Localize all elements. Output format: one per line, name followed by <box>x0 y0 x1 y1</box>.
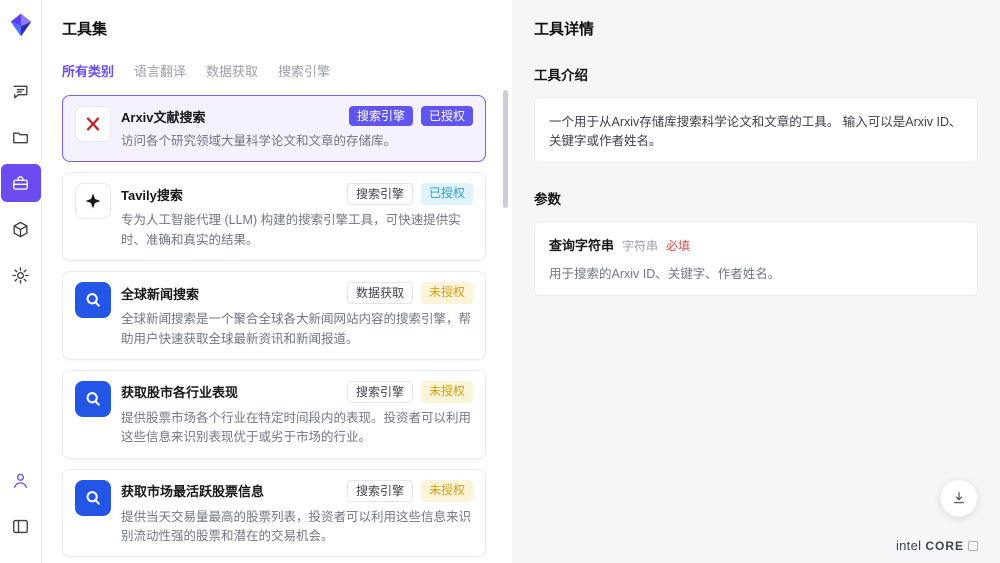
auth-badge: 未授权 <box>421 282 473 304</box>
param-type: 字符串 <box>622 237 658 254</box>
sidebar-item-chat[interactable] <box>0 72 41 110</box>
sidebar-item-tools[interactable] <box>1 164 41 202</box>
brand-core: CORE <box>925 539 964 553</box>
list-scrollbar[interactable] <box>503 90 508 208</box>
auth-badge: 已授权 <box>421 106 473 126</box>
tool-title: 获取股市各行业表现 <box>121 382 238 401</box>
tool-card-arxiv[interactable]: Arxiv文献搜索 搜索引擎 已授权 访问各个研究领域大量科学论文和文章的存储库… <box>62 95 486 162</box>
sidebar-item-plugins[interactable] <box>0 210 41 248</box>
app-logo-icon[interactable] <box>8 12 34 38</box>
package-icon <box>11 220 30 239</box>
intro-text: 一个用于从Arxiv存储库搜索科学论文和文章的工具。 输入可以是Arxiv ID… <box>549 115 962 148</box>
tool-card-stock-sectors[interactable]: 获取股市各行业表现 搜索引擎 未授权 提供股票市场各个行业在特定时间段内的表现。… <box>62 370 486 459</box>
global-news-icon <box>75 282 111 318</box>
category-badge: 搜索引擎 <box>347 480 413 502</box>
download-icon <box>951 490 967 506</box>
category-badge: 搜索引擎 <box>347 381 413 403</box>
category-badge: 搜索引擎 <box>349 106 413 126</box>
param-name: 查询字符串 <box>549 235 614 254</box>
tool-title: 全球新闻搜索 <box>121 284 199 303</box>
sidebar-rail <box>0 0 42 563</box>
app-root: 工具集 所有类别 语言翻译 数据获取 搜索引擎 Arxiv文献搜索 搜索引擎 已… <box>0 0 1000 563</box>
active-stock-icon <box>75 480 111 516</box>
gear-icon <box>11 266 30 285</box>
tool-description: 全球新闻搜索是一个聚合全球各大新闻网站内容的搜索引擎，帮助用户快速获取全球最新资… <box>121 310 473 349</box>
sidebar-item-files[interactable] <box>0 118 41 156</box>
tools-panel-title: 工具集 <box>62 18 512 39</box>
folder-icon <box>11 128 30 147</box>
tab-search-engine[interactable]: 搜索引擎 <box>278 61 330 80</box>
category-badge: 搜索引擎 <box>347 183 413 205</box>
sidebar-item-collapse[interactable] <box>0 507 41 545</box>
tool-description: 提供当天交易量最高的股票列表，投资者可以利用这些信息来识别流动性强的股票和潜在的… <box>121 508 473 547</box>
tool-card-tavily[interactable]: Tavily搜索 搜索引擎 已授权 专为人工智能代理 (LLM) 构建的搜索引擎… <box>62 172 486 261</box>
tool-card-active-stocks[interactable]: 获取市场最活跃股票信息 搜索引擎 未授权 提供当天交易量最高的股票列表，投资者可… <box>62 469 486 558</box>
arxiv-icon <box>75 106 111 142</box>
tavily-icon <box>75 183 111 219</box>
auth-badge: 未授权 <box>421 381 473 403</box>
tool-list: Arxiv文献搜索 搜索引擎 已授权 访问各个研究领域大量科学论文和文章的存储库… <box>62 95 512 558</box>
param-card: 查询字符串 字符串 必填 用于搜索的Arxiv ID、关键字、作者姓名。 <box>534 221 978 296</box>
intro-heading: 工具介绍 <box>534 64 978 84</box>
params-heading: 参数 <box>534 188 978 208</box>
panel-layout-icon <box>11 517 30 536</box>
auth-badge: 未授权 <box>421 480 473 502</box>
category-tabs: 所有类别 语言翻译 数据获取 搜索引擎 <box>62 61 512 80</box>
tool-details-panel: 工具详情 工具介绍 一个用于从Arxiv存储库搜索科学论文和文章的工具。 输入可… <box>512 0 1000 563</box>
download-button[interactable] <box>940 479 978 517</box>
tool-title: 获取市场最活跃股票信息 <box>121 481 264 500</box>
intel-core-logo: intel CORE <box>896 538 978 553</box>
tools-panel: 工具集 所有类别 语言翻译 数据获取 搜索引擎 Arxiv文献搜索 搜索引擎 已… <box>42 0 512 563</box>
sidebar-item-settings[interactable] <box>0 256 41 294</box>
sidebar-nav <box>0 72 41 302</box>
auth-badge: 已授权 <box>421 183 473 205</box>
intro-card: 一个用于从Arxiv存储库搜索科学论文和文章的工具。 输入可以是Arxiv ID… <box>534 97 978 163</box>
tool-description: 提供股票市场各个行业在特定时间段内的表现。投资者可以利用这些信息来识别表现优于或… <box>121 409 473 448</box>
stock-sector-icon <box>75 381 111 417</box>
user-icon <box>11 471 30 490</box>
tool-description: 访问各个研究领域大量科学论文和文章的存储库。 <box>121 132 473 151</box>
toolbox-icon <box>11 174 30 193</box>
tool-title: Tavily搜索 <box>121 185 183 204</box>
param-required-badge: 必填 <box>666 237 690 254</box>
tab-all-categories[interactable]: 所有类别 <box>62 61 114 80</box>
tab-data-fetch[interactable]: 数据获取 <box>206 61 258 80</box>
chat-icon <box>11 82 30 101</box>
details-title: 工具详情 <box>534 18 978 39</box>
tool-description: 专为人工智能代理 (LLM) 构建的搜索引擎工具，可快速提供实时、准确和真实的结… <box>121 211 473 250</box>
brand-badge-box <box>968 541 978 551</box>
param-description: 用于搜索的Arxiv ID、关键字、作者姓名。 <box>549 263 963 282</box>
brand-intel: intel <box>896 538 921 553</box>
tab-translation[interactable]: 语言翻译 <box>134 61 186 80</box>
category-badge: 数据获取 <box>347 282 413 304</box>
sidebar-item-account[interactable] <box>0 461 41 499</box>
tool-card-global-news[interactable]: 全球新闻搜索 数据获取 未授权 全球新闻搜索是一个聚合全球各大新闻网站内容的搜索… <box>62 271 486 360</box>
tool-title: Arxiv文献搜索 <box>121 107 206 126</box>
